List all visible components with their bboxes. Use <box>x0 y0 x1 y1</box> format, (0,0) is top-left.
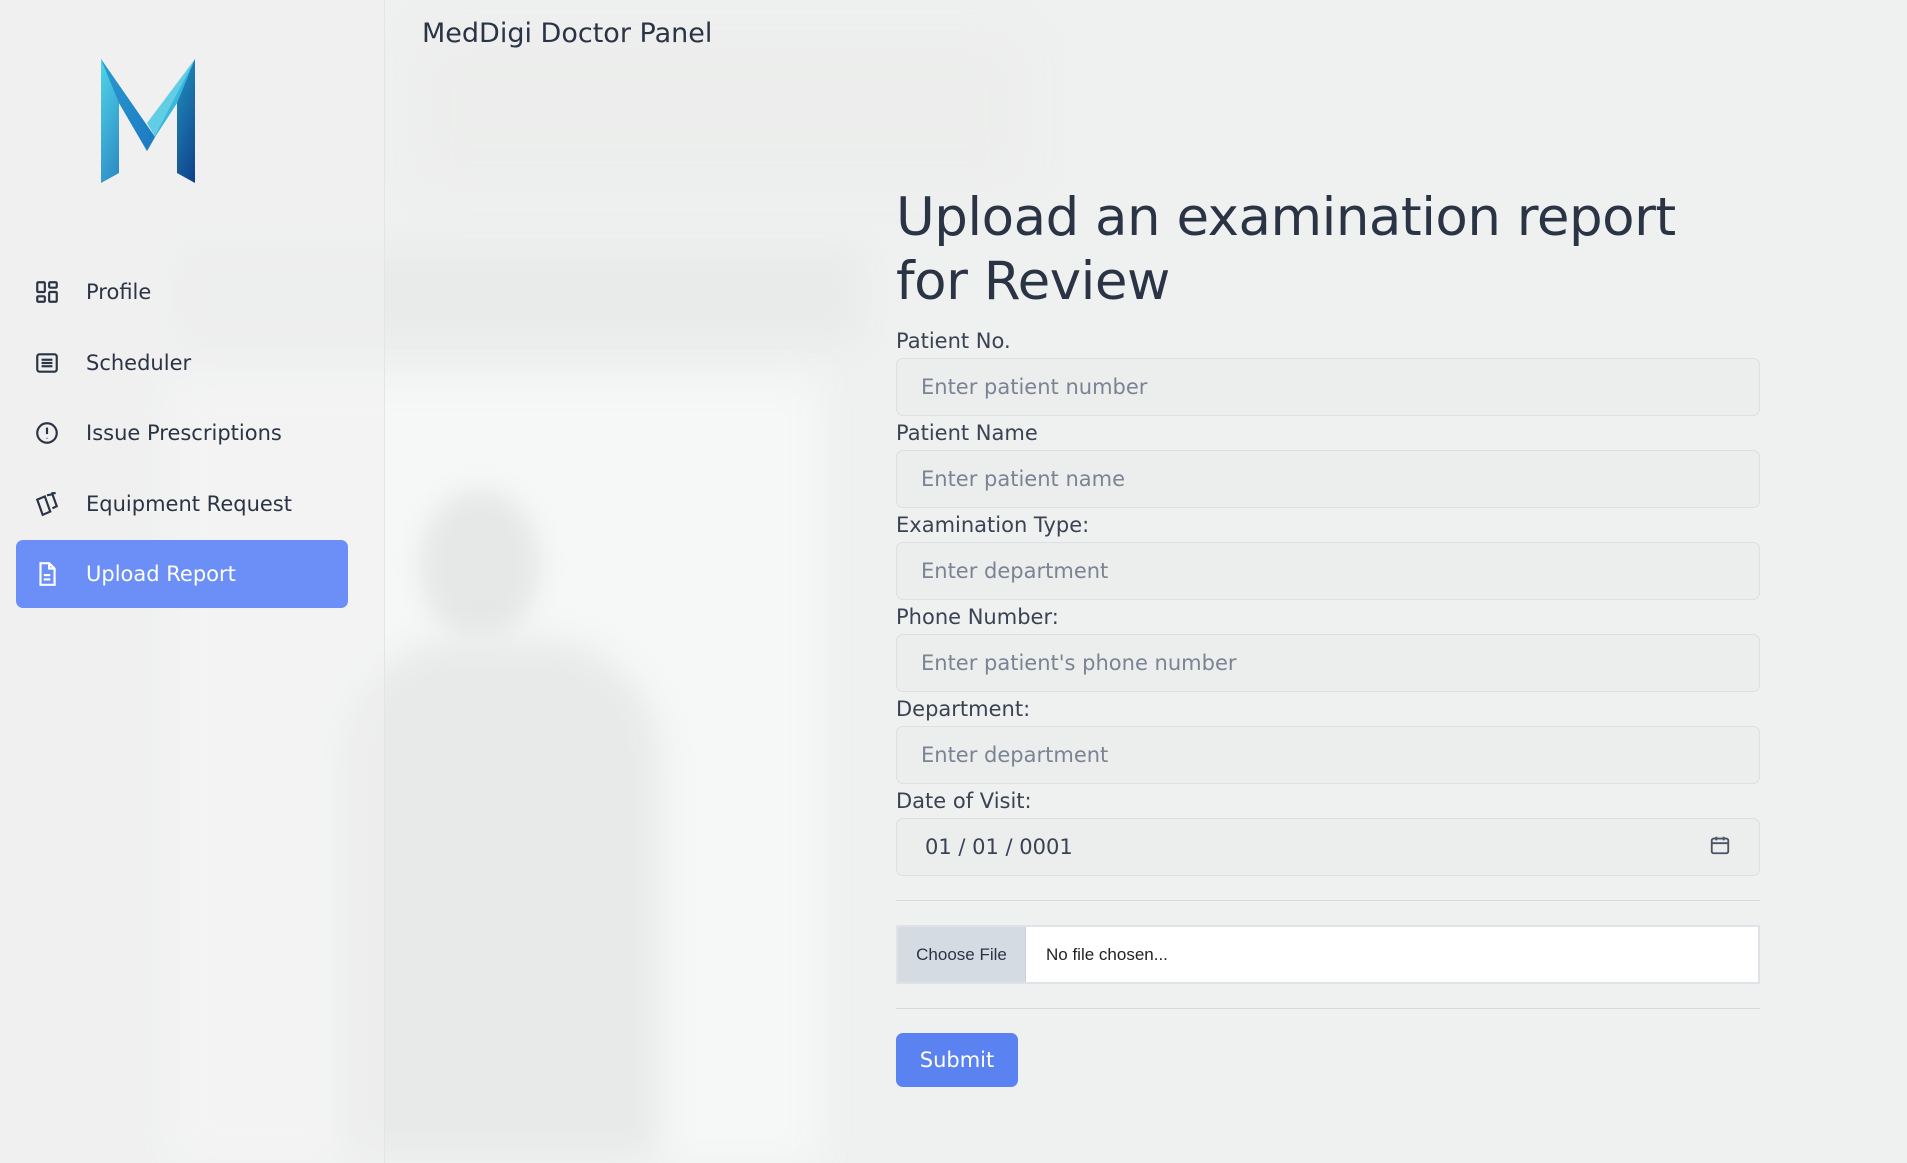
department-input[interactable] <box>896 726 1760 784</box>
date-of-visit-field: Date of Visit: 01 / 01 / 0001 <box>896 788 1760 876</box>
sidebar: Profile Scheduler Issue Prescriptions Eq… <box>0 0 385 1163</box>
patient-no-input[interactable] <box>896 358 1760 416</box>
sidebar-item-upload-report[interactable]: Upload Report <box>16 540 348 608</box>
examination-type-input[interactable] <box>896 542 1760 600</box>
upload-report-form: Upload an examination report for Review … <box>896 186 1760 1087</box>
sidebar-item-profile[interactable]: Profile <box>16 258 348 326</box>
file-upload-input[interactable]: Choose File No file chosen... <box>896 925 1760 984</box>
divider <box>896 1008 1760 1009</box>
document-icon <box>32 559 62 589</box>
alert-circle-icon <box>32 418 62 448</box>
list-icon <box>32 348 62 378</box>
sidebar-item-label: Upload Report <box>86 562 236 586</box>
department-field: Department: <box>896 696 1760 784</box>
sidebar-item-label: Scheduler <box>86 350 192 375</box>
calendar-icon[interactable] <box>1709 834 1731 861</box>
field-label: Patient No. <box>896 329 1011 353</box>
app-title: MedDigi Doctor Panel <box>422 18 713 49</box>
sidebar-item-label: Equipment Request <box>86 491 292 516</box>
page-title: Upload an examination report for Review <box>896 187 1676 312</box>
field-label: Patient Name <box>896 421 1038 445</box>
meddigi-logo-icon[interactable] <box>95 55 210 190</box>
dashboard-grid-icon <box>32 277 62 307</box>
date-of-visit-input[interactable]: 01 / 01 / 0001 <box>896 818 1760 876</box>
field-label: Date of Visit: <box>896 789 1032 813</box>
field-label: Department: <box>896 697 1031 721</box>
patient-no-field: Patient No. <box>896 328 1760 416</box>
sidebar-item-label: Issue Prescriptions <box>86 421 282 445</box>
sidebar-item-issue-prescriptions[interactable]: Issue Prescriptions <box>16 399 348 467</box>
examination-type-field: Examination Type: <box>896 512 1760 600</box>
sidebar-item-label: Profile <box>86 280 152 304</box>
divider <box>896 900 1760 901</box>
sidebar-item-equipment-request[interactable]: Equipment Request <box>16 470 348 538</box>
sidebar-nav: Profile Scheduler Issue Prescriptions Eq… <box>16 258 348 611</box>
date-value: 01 / 01 / 0001 <box>925 835 1073 859</box>
patient-name-input[interactable] <box>896 450 1760 508</box>
phone-number-field: Phone Number: <box>896 604 1760 692</box>
sidebar-item-scheduler[interactable]: Scheduler <box>16 329 348 397</box>
submit-button[interactable]: Submit <box>896 1033 1018 1087</box>
cards-icon <box>32 489 62 519</box>
field-label: Examination Type: <box>896 513 1090 537</box>
file-status: No file chosen... <box>1046 944 1168 964</box>
phone-number-input[interactable] <box>896 634 1760 692</box>
patient-name-field: Patient Name <box>896 420 1760 508</box>
choose-file-button[interactable]: Choose File <box>898 927 1026 982</box>
field-label: Phone Number: <box>896 605 1059 629</box>
